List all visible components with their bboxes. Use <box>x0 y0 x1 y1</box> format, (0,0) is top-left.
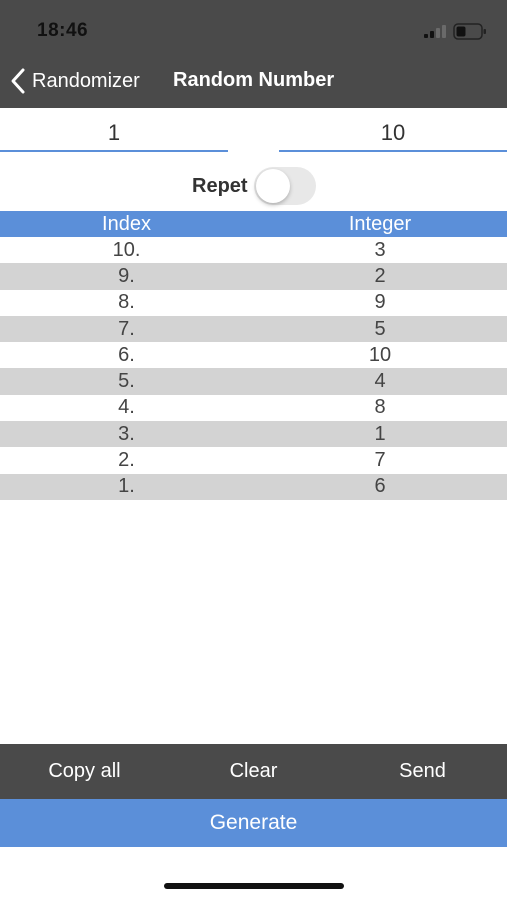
row-integer: 2 <box>374 264 386 287</box>
table-row: 5. 4 <box>0 368 507 395</box>
row-integer: 3 <box>374 238 386 261</box>
bottom-toolbar: Copy all Clear Send <box>0 744 507 799</box>
row-index: 7. <box>118 317 135 340</box>
row-index: 6. <box>118 343 135 366</box>
signal-icon <box>424 25 446 38</box>
row-index: 3. <box>118 422 135 445</box>
send-button[interactable]: Send <box>338 760 507 783</box>
row-integer: 10 <box>368 343 392 366</box>
row-index: 4. <box>118 396 135 419</box>
row-index: 9. <box>118 264 135 287</box>
table-row: 1. 6 <box>0 473 507 500</box>
generate-button[interactable]: Generate <box>0 799 507 847</box>
max-value-input[interactable] <box>279 116 507 152</box>
table-header: Index Integer <box>0 211 507 237</box>
row-integer: 9 <box>374 291 386 314</box>
table-row: 10. 3 <box>0 237 507 264</box>
battery-icon <box>453 23 486 40</box>
chevron-left-icon <box>11 68 25 94</box>
table-row: 7. 5 <box>0 315 507 343</box>
toggle-knob <box>256 169 290 203</box>
row-integer: 7 <box>374 449 386 472</box>
status-time: 18:46 <box>37 20 89 41</box>
table-row: 6. 10 <box>0 342 507 369</box>
table-row: 9. 2 <box>0 263 507 290</box>
back-button[interactable]: Randomizer <box>10 64 140 98</box>
copy-all-button[interactable]: Copy all <box>0 760 169 783</box>
repeat-label: Repet <box>192 175 248 197</box>
home-indicator[interactable] <box>164 883 344 889</box>
row-integer: 8 <box>374 396 386 419</box>
table-row: 4. 8 <box>0 394 507 422</box>
row-index: 8. <box>118 291 135 314</box>
page-title: Random Number <box>173 69 335 91</box>
row-index: 5. <box>118 370 135 393</box>
row-integer: 6 <box>374 475 386 498</box>
table-row: 8. 9 <box>0 289 507 316</box>
clear-button[interactable]: Clear <box>169 760 338 783</box>
back-label: Randomizer <box>32 69 140 92</box>
table-row: 2. 7 <box>0 447 507 474</box>
top-bar: 18:46 Randomizer Random Number <box>0 0 507 108</box>
table-body: 10. 3 9. 2 8. 9 7. 5 6. 10 5. 4 4. 8 3. <box>0 237 507 500</box>
results-table: Index Integer 10. 3 9. 2 8. 9 7. 5 6. 10… <box>0 211 507 500</box>
row-integer: 4 <box>374 370 386 393</box>
row-index: 1. <box>118 475 135 498</box>
row-integer: 5 <box>374 317 386 340</box>
row-index: 2. <box>118 449 135 472</box>
repeat-toggle[interactable] <box>254 167 316 205</box>
min-value-input[interactable] <box>0 116 228 152</box>
header-index: Index <box>102 212 151 235</box>
header-integer: Integer <box>348 212 412 235</box>
table-row: 3. 1 <box>0 421 507 448</box>
row-index: 10. <box>112 238 141 261</box>
row-integer: 1 <box>374 422 386 445</box>
